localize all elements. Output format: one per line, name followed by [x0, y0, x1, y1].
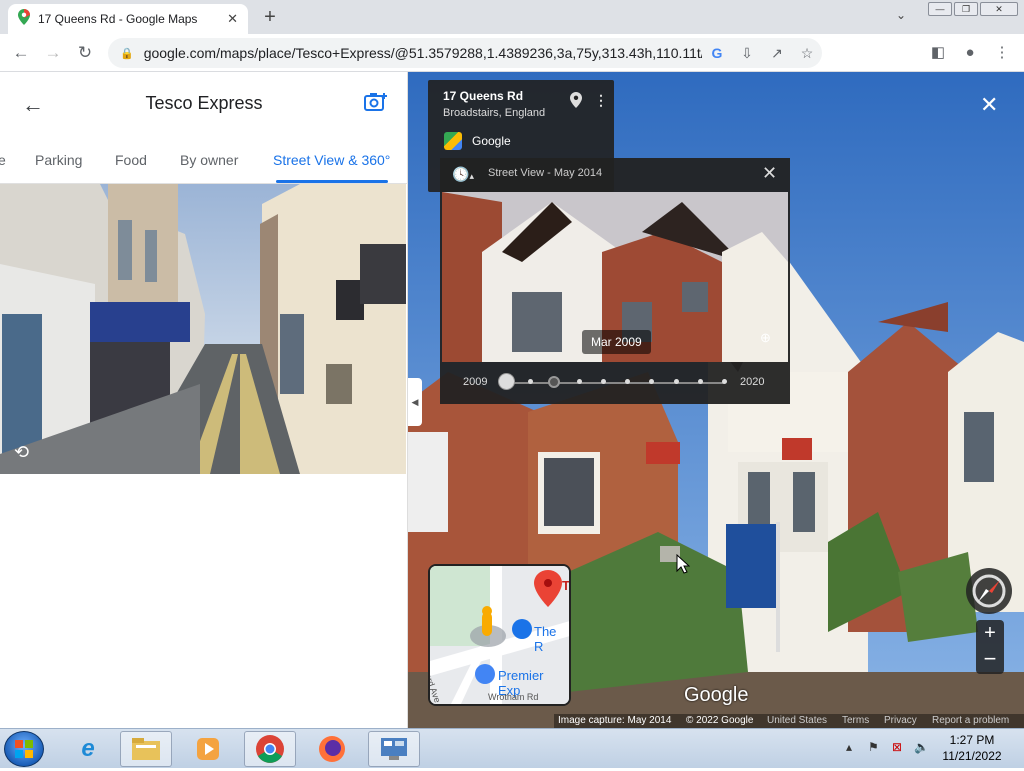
tab-title: 17 Queens Rd - Google Maps	[38, 12, 198, 26]
timeline-stop[interactable]	[697, 379, 703, 384]
install-app-icon[interactable]: ⇩	[732, 45, 762, 62]
time-machine-popup: 🕓▴ Street View - May 2014 ✕ Mar 2009 ⊕ 2…	[440, 158, 790, 404]
firefox-icon[interactable]	[306, 731, 358, 767]
timeline-stop[interactable]	[576, 379, 582, 384]
image-capture-date: Image capture: May 2014	[558, 715, 672, 726]
show-hidden-icons-icon[interactable]: ▴	[846, 740, 852, 754]
file-explorer-icon[interactable]	[120, 731, 172, 767]
control-panel-icon[interactable]	[368, 731, 420, 767]
minimize-button[interactable]: —	[928, 2, 952, 16]
compass-icon[interactable]	[966, 568, 1012, 614]
more-options-icon[interactable]: ⋮	[594, 92, 608, 109]
google-maps-favicon	[18, 8, 30, 30]
time-machine-label: Street View - May 2014	[488, 167, 603, 179]
copyright: © 2022 Google	[686, 715, 754, 726]
google-lens-icon[interactable]: G	[702, 45, 732, 61]
historic-preview-image[interactable]: Mar 2009 ⊕	[442, 192, 788, 362]
history-clock-icon[interactable]: 🕓▴	[452, 166, 474, 183]
new-tab-button[interactable]: +	[258, 6, 282, 29]
place-title: Tesco Express	[145, 93, 263, 113]
clock-time[interactable]: 1:27 PM	[936, 733, 1008, 747]
timeline-selected-stop[interactable]	[548, 376, 561, 388]
browser-tab[interactable]: 17 Queens Rd - Google Maps ✕	[8, 4, 248, 34]
tab-partial[interactable]: e	[0, 152, 6, 168]
url-text[interactable]: google.com/maps/place/Tesco+Express/@51.…	[144, 45, 702, 61]
network-icon[interactable]: ⊠	[892, 740, 902, 754]
windows-taskbar: e ▴ ⚑ ⊠ 🔈 1:27 PM 11/21/2022	[0, 728, 1024, 768]
preview-date: Mar 2009	[582, 330, 651, 354]
side-panel-icon[interactable]: ◧	[926, 42, 950, 64]
reload-button[interactable]: ↻	[74, 42, 96, 64]
address-bar[interactable]: 🔒 google.com/maps/place/Tesco+Express/@5…	[108, 38, 822, 68]
chrome-icon[interactable]	[244, 731, 296, 767]
photo-category-tabs: e Parking Food By owner Street View & 36…	[0, 134, 408, 184]
city-line: Broadstairs, England	[443, 107, 546, 119]
tab-close-icon[interactable]: ✕	[227, 11, 238, 27]
timeline-slider-thumb[interactable]	[498, 373, 515, 390]
internet-explorer-icon[interactable]: e	[62, 731, 114, 767]
timeline-slider-track[interactable]	[506, 382, 724, 384]
collapse-panel-button[interactable]: ◀	[408, 378, 422, 426]
profile-avatar-icon[interactable]: ●	[958, 42, 982, 64]
street-view-panorama[interactable]: 17 Queens Rd Broadstairs, England ⋮ Goog…	[408, 72, 1024, 728]
zoom-out-button[interactable]: −	[976, 647, 1004, 674]
tab-food[interactable]: Food	[115, 152, 147, 168]
map-label-store: The R	[534, 624, 557, 654]
tab-street-view-360[interactable]: Street View & 360°	[273, 152, 390, 168]
google-watermark: Google	[684, 684, 749, 706]
footer-link-privacy[interactable]: Privacy	[884, 715, 917, 726]
timeline-end-year: 2020	[740, 376, 765, 388]
street-view-photo[interactable]: ⟲	[0, 184, 406, 474]
mouse-cursor-icon	[676, 553, 691, 579]
google-maps-logo-icon	[444, 132, 462, 150]
address-line: 17 Queens Rd	[443, 89, 524, 103]
media-player-icon[interactable]	[182, 731, 234, 767]
footer-link-terms[interactable]: Terms	[842, 715, 869, 726]
action-center-icon[interactable]: ⚑	[868, 740, 879, 754]
tab-search-icon[interactable]: ⌄	[896, 8, 906, 22]
close-street-view-icon[interactable]: ✕	[980, 92, 998, 118]
place-photos-panel: ← Tesco Express e Parking Food By owner …	[0, 72, 408, 728]
close-window-button[interactable]: ✕	[980, 2, 1018, 16]
footer-link-country[interactable]: United States	[767, 715, 827, 726]
tab-by-owner[interactable]: By owner	[180, 152, 238, 168]
mini-map[interactable]: T The R Premier Exp ward Ave Wrotham Rd	[428, 564, 571, 706]
forward-button[interactable]: →	[42, 42, 64, 64]
clock-date[interactable]: 11/21/2022	[936, 749, 1008, 763]
share-icon[interactable]: ↗	[762, 45, 792, 62]
zoom-in-button[interactable]: +	[976, 620, 1004, 647]
timeline-stop[interactable]	[600, 379, 606, 384]
close-time-machine-icon[interactable]: ✕	[762, 163, 777, 184]
back-button[interactable]: ←	[10, 42, 32, 64]
zoom-preview-icon[interactable]: ⊕	[760, 330, 771, 346]
maximize-button[interactable]: ❐	[954, 2, 978, 16]
360-view-icon: ⟲	[14, 442, 30, 462]
volume-icon[interactable]: 🔈	[914, 740, 929, 754]
imagery-provider[interactable]: Google	[472, 134, 511, 148]
browser-toolbar: ← → ↻ 🔒 google.com/maps/place/Tesco+Expr…	[0, 34, 1024, 72]
bookmark-star-icon[interactable]: ☆	[792, 45, 822, 62]
tab-parking[interactable]: Parking	[35, 152, 82, 168]
attribution-footer: Image capture: May 2014 © 2022 Google Un…	[554, 714, 1024, 728]
timeline-stop[interactable]	[673, 379, 679, 384]
browser-menu-icon[interactable]: ⋮	[990, 42, 1014, 64]
add-photo-icon[interactable]	[364, 91, 388, 119]
footer-link-report-problem[interactable]: Report a problem	[932, 715, 1009, 726]
lock-icon[interactable]: 🔒	[120, 47, 134, 60]
active-tab-indicator	[276, 180, 388, 183]
timeline-stop[interactable]	[722, 379, 727, 384]
browser-tab-strip: 17 Queens Rd - Google Maps ✕ + ⌄ — ❐ ✕	[0, 0, 1024, 34]
map-label-wrotham-rd: Wrotham Rd	[488, 692, 539, 702]
map-label-tesco: T	[562, 578, 570, 593]
timeline-start-year: 2009	[463, 376, 488, 388]
start-button[interactable]	[4, 731, 44, 767]
map-pin-icon[interactable]	[570, 92, 582, 111]
